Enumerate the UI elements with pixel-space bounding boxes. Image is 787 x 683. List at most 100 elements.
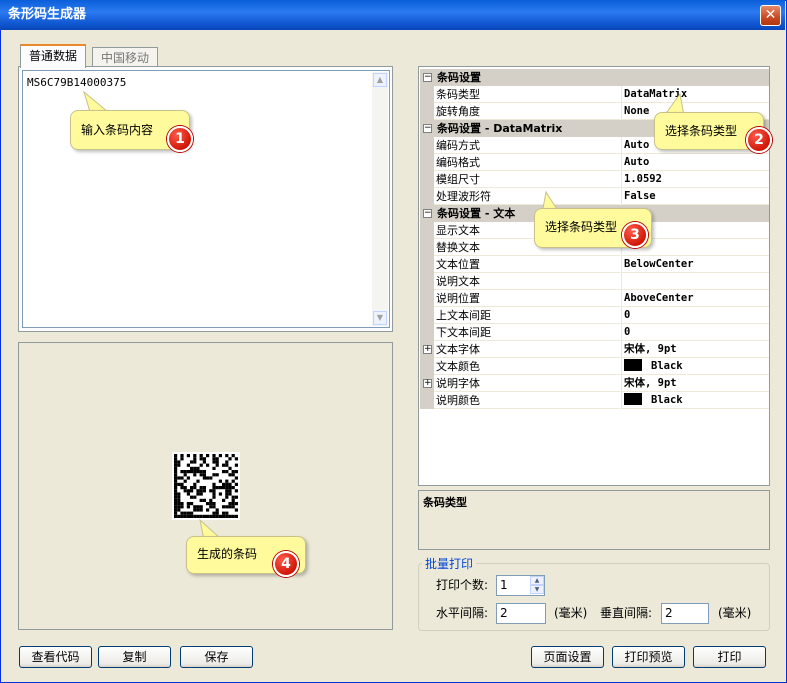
property-name: 编码方式: [434, 137, 620, 154]
callout-2-text: 选择条码类型: [665, 124, 738, 138]
property-row-gutter: [420, 188, 434, 205]
property-value[interactable]: AboveCenter: [621, 290, 769, 307]
collapse-icon[interactable]: −: [423, 124, 432, 133]
v-spacing-input[interactable]: 2: [661, 603, 709, 624]
property-value-text: 0: [624, 309, 631, 321]
property-row-gutter: +: [420, 341, 434, 358]
callout-3-text: 选择条码类型: [545, 220, 618, 234]
title-bar: 条形码生成器: [0, 0, 785, 30]
property-row[interactable]: 模组尺寸 1.0592: [420, 171, 769, 188]
property-row[interactable]: 下文本间距 0: [420, 324, 769, 341]
property-value[interactable]: 0: [621, 307, 769, 324]
property-row-gutter: [420, 273, 434, 290]
property-value-text: 1.0592: [624, 173, 662, 185]
scroll-up-icon[interactable]: ▲: [373, 73, 387, 87]
property-name: 旋转角度: [434, 103, 620, 120]
property-row-gutter: [420, 103, 434, 120]
property-category[interactable]: − 条码设置: [420, 69, 769, 86]
property-row[interactable]: 处理波形符 False: [420, 188, 769, 205]
print-preview-button[interactable]: 打印预览: [612, 646, 685, 668]
property-value-text: Auto: [624, 139, 650, 151]
view-code-button[interactable]: 查看代码: [19, 646, 92, 668]
callout-4-text: 生成的条码: [197, 547, 258, 561]
callout-1-number-badge: 1: [167, 126, 193, 152]
property-name: 处理波形符: [434, 188, 620, 205]
copy-button[interactable]: 复制: [98, 646, 171, 668]
property-value[interactable]: Black: [621, 392, 769, 409]
scroll-down-icon[interactable]: ▼: [373, 311, 387, 325]
spin-down-icon[interactable]: ▼: [530, 585, 544, 594]
property-category-label: 条码设置 - DataMatrix: [437, 122, 563, 135]
property-row[interactable]: 条码类型 DataMatrix: [420, 86, 769, 103]
property-value[interactable]: Black: [621, 358, 769, 375]
property-name: 模组尺寸: [434, 171, 620, 188]
property-name: 条码类型: [434, 86, 620, 103]
property-row[interactable]: 说明颜色 Black: [420, 392, 769, 409]
property-value[interactable]: 0: [621, 324, 769, 341]
h-spacing-input[interactable]: 2: [496, 603, 546, 624]
property-value[interactable]: 1.0592: [621, 171, 769, 188]
save-button[interactable]: 保存: [180, 646, 253, 668]
property-row-gutter: [420, 392, 434, 409]
property-value-text: None: [624, 105, 650, 117]
color-swatch: [624, 393, 642, 405]
property-name: 文本颜色: [434, 358, 620, 375]
color-swatch: [624, 359, 642, 371]
property-row-gutter: [420, 137, 434, 154]
print-count-spin[interactable]: ▲ ▼: [530, 576, 544, 595]
batch-print-legend: 批量打印: [422, 555, 477, 572]
property-row[interactable]: 文本位置 BelowCenter: [420, 256, 769, 273]
h-spacing-label: 水平间隔:: [436, 606, 489, 620]
property-value[interactable]: Auto: [621, 154, 769, 171]
property-value[interactable]: [621, 273, 769, 290]
property-category-label: 条码设置: [437, 71, 481, 84]
collapse-icon[interactable]: −: [423, 73, 432, 82]
property-row[interactable]: 说明位置 AboveCenter: [420, 290, 769, 307]
page-setup-button[interactable]: 页面设置: [531, 646, 604, 668]
v-spacing-unit: (毫米): [718, 606, 752, 620]
property-name: 编码格式: [434, 154, 620, 171]
collapse-icon[interactable]: −: [423, 209, 432, 218]
callout-2-number-badge: 2: [746, 127, 772, 153]
spin-up-icon[interactable]: ▲: [530, 576, 544, 585]
property-value[interactable]: 宋体, 9pt: [621, 341, 769, 358]
callout-4-number-badge: 4: [273, 551, 299, 577]
barcode-content-text: MS6C79B14000375: [27, 76, 127, 89]
print-count-stepper[interactable]: 1 ▲ ▼: [496, 575, 545, 596]
property-value-text: Black: [651, 394, 683, 406]
close-button[interactable]: ✕: [760, 5, 781, 26]
property-help-box: 条码类型: [418, 490, 770, 550]
property-row-gutter: +: [420, 375, 434, 392]
property-value[interactable]: BelowCenter: [621, 256, 769, 273]
property-row[interactable]: + 说明字体 宋体, 9pt: [420, 375, 769, 392]
property-value[interactable]: DataMatrix: [621, 86, 769, 103]
barcode-content-input[interactable]: MS6C79B14000375 ▲ ▼: [22, 70, 390, 328]
window-title: 条形码生成器: [8, 7, 87, 22]
property-row[interactable]: 文本颜色 Black: [420, 358, 769, 375]
datamatrix-barcode-image: [172, 452, 240, 520]
expand-icon[interactable]: +: [423, 345, 432, 354]
expand-icon[interactable]: +: [423, 379, 432, 388]
property-row-gutter: [420, 307, 434, 324]
callout-1-text: 输入条码内容: [81, 123, 154, 137]
property-value[interactable]: False: [621, 188, 769, 205]
property-row[interactable]: 上文本间距 0: [420, 307, 769, 324]
property-row-gutter: [420, 222, 434, 239]
property-name: 上文本间距: [434, 307, 620, 324]
property-name: 下文本间距: [434, 324, 620, 341]
property-value[interactable]: 宋体, 9pt: [621, 375, 769, 392]
property-row-gutter: [420, 256, 434, 273]
property-row[interactable]: + 文本字体 宋体, 9pt: [420, 341, 769, 358]
property-row[interactable]: 编码格式 Auto: [420, 154, 769, 171]
property-row[interactable]: 说明文本: [420, 273, 769, 290]
v-spacing-label: 垂直间隔:: [600, 606, 653, 620]
property-name: 文本字体: [434, 341, 620, 358]
print-count-label: 打印个数:: [436, 578, 489, 592]
property-name: 说明文本: [434, 273, 620, 290]
property-name: 说明位置: [434, 290, 620, 307]
property-row-gutter: [420, 239, 434, 256]
property-name: 文本位置: [434, 256, 620, 273]
content-scrollbar[interactable]: ▲ ▼: [372, 72, 388, 326]
tab-normal-data[interactable]: 普通数据: [20, 44, 87, 68]
print-button[interactable]: 打印: [693, 646, 766, 668]
